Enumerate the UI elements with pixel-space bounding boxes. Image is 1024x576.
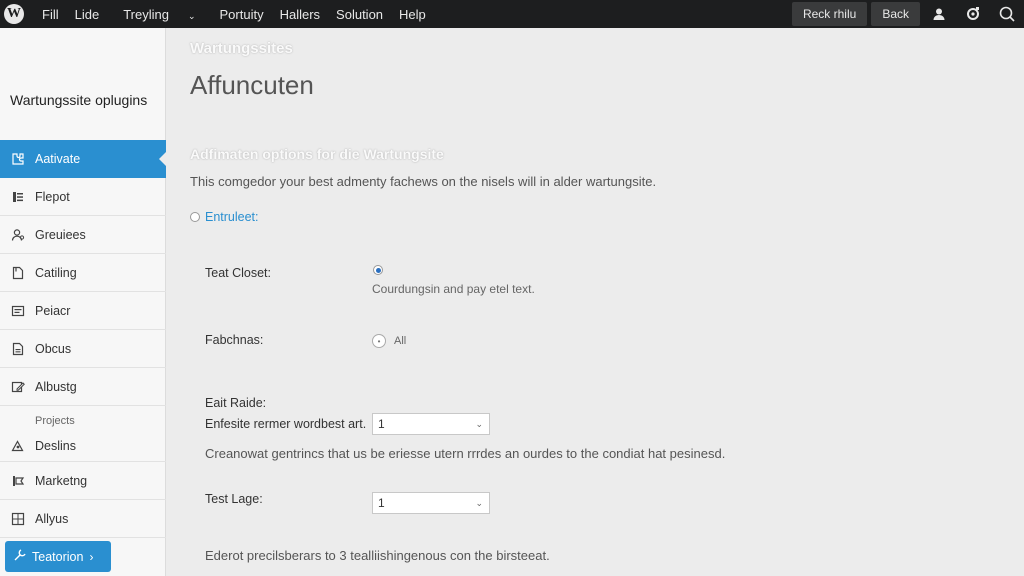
info-paragraph: Creanowat gentrincs that us be eriesse u…	[205, 446, 726, 461]
footer-paragraph: Ederot precilsberars to 3 tealliishingen…	[205, 548, 550, 563]
chevron-down-icon: ⌄	[475, 418, 483, 429]
sidebar-item-peiacr[interactable]: Peiacr	[0, 292, 166, 330]
eait-raide-sublabel: Enfesite rermer wordbest art.	[205, 417, 367, 431]
eait-raide-label: Eait Raide:	[205, 396, 267, 410]
fabchnas-radio[interactable]: • All	[372, 334, 406, 348]
fabchnas-option-label: All	[394, 335, 407, 347]
page-title: Affuncuten	[190, 70, 314, 100]
sidebar-list: Aativate Flepot Greuiees Catiling Peiacr…	[0, 140, 167, 538]
menu-item-portuity[interactable]: Portuity	[212, 7, 272, 22]
menu-item-treyling[interactable]: Treyling ⌄	[107, 7, 211, 22]
text-closet-radio[interactable]	[373, 265, 388, 275]
sidebar-item-label: Peiacr	[35, 303, 71, 318]
list-icon	[10, 189, 26, 205]
sidebar-item-allyus[interactable]: Allyus	[0, 500, 166, 538]
sidebar-item-catiling[interactable]: Catiling	[0, 254, 166, 292]
chevron-right-icon: ›	[89, 549, 94, 564]
page-icon	[10, 265, 26, 281]
sidebar-item-flepot[interactable]: Flepot	[0, 178, 166, 216]
sidebar-item-label: Aativate	[35, 152, 81, 166]
primary-action-button[interactable]: Reck rhilu	[791, 2, 868, 26]
section-title: Adfimaten options for die Wartungsite	[190, 146, 444, 162]
wp-logo-icon[interactable]: W	[4, 4, 24, 24]
top-menu: Fill Lide Treyling ⌄ Portuity Hallers Sol…	[34, 7, 434, 22]
sidebar-item-albustg[interactable]: Albustg	[0, 368, 166, 406]
menu-item-fill[interactable]: Fill	[34, 7, 67, 22]
sidebar-item-label: Greuiees	[35, 227, 86, 242]
radio-entruleet-label: Entruleet:	[205, 210, 259, 224]
top-bar-actions: Reck rhilu Back	[791, 0, 1024, 28]
sidebar-item-deslins[interactable]: Projects Deslins	[0, 406, 166, 462]
text-closet-hint: Courdungsin and pay etel text.	[372, 282, 535, 296]
user-icon[interactable]	[924, 2, 954, 26]
section-description: This comgedor your best admenty fachews …	[190, 174, 657, 189]
select-value: 1	[378, 417, 385, 431]
radio-entruleet[interactable]: Entruleet:	[190, 210, 259, 224]
card-icon	[10, 303, 26, 319]
top-bar: W Fill Lide Treyling ⌄ Portuity Hallers S…	[0, 0, 1024, 28]
sidebar-item-label: Obcus	[35, 341, 72, 356]
marketing-icon	[10, 473, 26, 489]
menu-item-lide[interactable]: Lide	[67, 7, 108, 22]
sidebar-item-aativate[interactable]: Aativate	[0, 140, 167, 178]
sidebar-item-label: Albustg	[35, 379, 77, 394]
chevron-down-icon: ⌄	[475, 497, 483, 508]
fabchnas-label: Fabchnas:	[205, 333, 264, 347]
breadcrumb: Wartungssites	[190, 40, 293, 57]
search-icon[interactable]	[992, 2, 1022, 26]
sidebar: Wartungssite oplugins Aativate Flepot Gr…	[0, 28, 167, 576]
puzzle-icon	[10, 151, 26, 167]
edit-icon	[10, 379, 26, 395]
sidebar-item-obcus[interactable]: Obcus	[0, 330, 166, 368]
chevron-down-icon: ⌄	[187, 10, 196, 21]
design-icon	[10, 437, 26, 453]
radio-selected	[373, 265, 383, 275]
sidebar-item-sublabel: Projects	[35, 415, 75, 427]
sidebar-item-label: Marketng	[35, 473, 88, 488]
test-lage-label: Test Lage:	[205, 492, 263, 506]
grid-icon	[10, 511, 26, 527]
menu-item-treyling-label: Treyling	[123, 6, 169, 22]
select-value: 1	[378, 496, 385, 510]
eait-raide-select[interactable]: 1 ⌄	[372, 413, 490, 435]
menu-item-help[interactable]: Help	[391, 7, 434, 22]
sidebar-item-label: Flepot	[35, 189, 70, 204]
wrench-icon	[14, 549, 26, 564]
sidebar-title: Wartungssite oplugins	[10, 92, 148, 108]
main-content: Wartungssites Affuncuten Adfimaten optio…	[166, 28, 1024, 576]
doc-icon	[10, 341, 26, 357]
users-icon	[10, 227, 26, 243]
radio-circle: •	[372, 334, 386, 348]
sidebar-item-greuiees[interactable]: Greuiees	[0, 216, 166, 254]
sidebar-cta-button[interactable]: Teatorion ›	[5, 541, 111, 572]
sidebar-item-label: Allyus	[35, 511, 69, 526]
sidebar-item-marketng[interactable]: Marketng	[0, 462, 166, 500]
radio-circle	[190, 212, 200, 222]
back-button[interactable]: Back	[871, 2, 920, 26]
menu-item-solution[interactable]: Solution	[328, 7, 391, 22]
sidebar-item-label: Catiling	[35, 265, 77, 280]
test-lage-select[interactable]: 1 ⌄	[372, 492, 490, 514]
sidebar-item-label: Deslins	[35, 439, 76, 453]
text-closet-label: Teat Closet:	[205, 266, 272, 280]
menu-item-hallers[interactable]: Hallers	[272, 7, 328, 22]
settings-icon[interactable]	[958, 2, 988, 26]
sidebar-cta-label: Teatorion	[32, 549, 84, 564]
